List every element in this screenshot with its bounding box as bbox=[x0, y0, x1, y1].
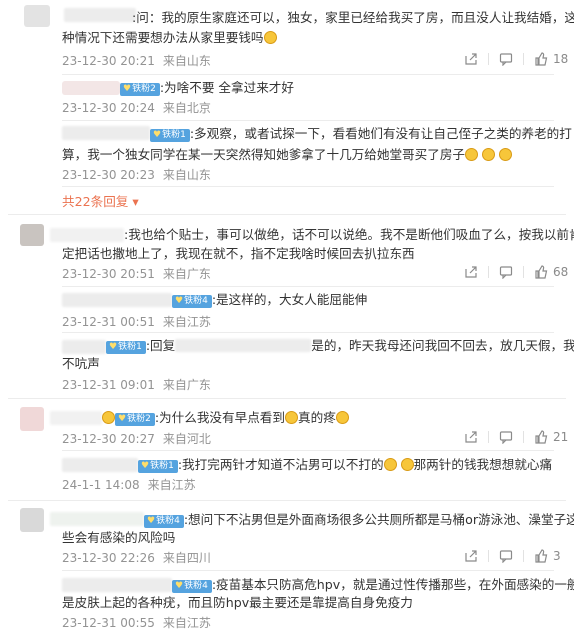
avatar[interactable] bbox=[62, 81, 120, 95]
fan-badge: ♥铁粉4 bbox=[172, 580, 212, 593]
comment-actions: 68 bbox=[464, 265, 568, 279]
fan-badge: ♥铁粉4 bbox=[172, 295, 212, 308]
fan-badge: ♥铁粉4 bbox=[144, 515, 184, 528]
reply-meta: 23-12-31 09:01 来自广东 bbox=[62, 378, 211, 392]
emoji-icon bbox=[383, 458, 397, 471]
emoji-icon bbox=[400, 458, 414, 471]
username-redacted[interactable] bbox=[62, 458, 138, 472]
username-redacted[interactable] bbox=[50, 228, 124, 242]
emoji-icon bbox=[102, 411, 115, 424]
share-icon[interactable] bbox=[464, 549, 478, 563]
reply-text-cont: 算，我一个独女同学在某一天突然得知她爹拿了十几万给她堂哥买了房子 bbox=[62, 145, 513, 165]
fan-badge: ♥铁粉2 bbox=[120, 83, 160, 96]
fan-badge: ♥铁粉1 bbox=[106, 341, 146, 354]
like-icon[interactable] bbox=[534, 549, 548, 563]
reply-list: ♥铁粉4:是这样的，大女人能屈能伸 23-12-31 00:51 来自江苏 ♥铁粉… bbox=[62, 286, 574, 396]
like-count: 21 bbox=[553, 430, 569, 444]
reply-text: ♥铁粉4:疫苗基本只防高危hpv，就是通过性传播那些，在外面感染的一般 bbox=[172, 575, 574, 595]
comment-text: :我也给个贴士，事可以做绝，话不可以说绝。我不是断他们吸血了么，按我以前肯 bbox=[124, 227, 574, 242]
reply-text: ♥铁粉1:多观察，或者试探一下，看看她们有没有让自己侄子之类的养老的打 bbox=[150, 124, 572, 144]
comment-text: :问：我的原生家庭还可以，独女，家里已经给我买了房，而且没人让我结婚，这 bbox=[132, 10, 574, 25]
avatar[interactable] bbox=[20, 508, 44, 532]
comment-meta: 23-12-30 20:21 来自山东 bbox=[62, 54, 211, 68]
reply-meta: 24-1-1 14:08 来自江苏 bbox=[62, 478, 196, 492]
reply-list: ♥铁粉2:为啥不要 全拿过来才好 23-12-30 20:24 来自北京 ♥铁粉1… bbox=[62, 74, 572, 214]
comment-meta: 23-12-30 20:27 来自河北 bbox=[62, 432, 211, 446]
emoji-icon bbox=[482, 148, 496, 161]
username-redacted[interactable] bbox=[62, 578, 172, 592]
like-count: 68 bbox=[553, 265, 569, 279]
reply-text-cont: 是皮肤上起的各种疣，而且防hpv最主要还是靠提高自身免疫力 bbox=[62, 595, 413, 610]
comment-text-cont: 些会有感染的风险吗 bbox=[62, 530, 176, 545]
reply-meta: 23-12-30 20:24 来自北京 bbox=[62, 101, 211, 115]
comment-actions: 3 bbox=[464, 549, 561, 563]
comment-icon[interactable] bbox=[499, 265, 513, 279]
comment-text-cont: 种情况下还需要想办法从家里要钱吗 bbox=[62, 28, 277, 48]
more-replies-link[interactable]: 共22条回复 ▾ bbox=[62, 191, 139, 210]
username-redacted[interactable] bbox=[62, 340, 106, 354]
emoji-icon bbox=[285, 411, 298, 424]
emoji-icon bbox=[465, 148, 478, 161]
like-icon[interactable] bbox=[534, 52, 548, 66]
reply-text: ♥铁粉1:我打完两针才知道不沾男可以不打的 那两针的钱我想想就心痛 bbox=[138, 455, 552, 475]
share-icon[interactable] bbox=[464, 430, 478, 444]
like-icon[interactable] bbox=[534, 265, 548, 279]
reply-meta: 23-12-30 20:23 来自山东 bbox=[62, 168, 211, 182]
comment-text-cont: 定把话也撒地上了，我现在就不，指不定我啥时候回去扒拉东西 bbox=[62, 246, 415, 261]
comment-meta: 23-12-30 20:51 来自广东 bbox=[62, 267, 211, 281]
reply-text: ♥铁粉4:是这样的，大女人能屈能伸 bbox=[172, 290, 367, 310]
comment-text: ♥铁粉2:为什么我没有早点看到 真的疼 bbox=[102, 408, 349, 428]
username-redacted[interactable] bbox=[62, 126, 150, 140]
emoji-icon bbox=[263, 31, 277, 44]
share-icon[interactable] bbox=[464, 52, 478, 66]
comment-actions: 18 bbox=[464, 52, 568, 66]
reply-list: ♥铁粉1:我打完两针才知道不沾男可以不打的 那两针的钱我想想就心痛 24-1-1… bbox=[62, 450, 554, 496]
username-redacted[interactable] bbox=[50, 512, 144, 526]
like-count: 3 bbox=[553, 549, 561, 563]
fan-badge: ♥铁粉1 bbox=[150, 129, 190, 142]
like-icon[interactable] bbox=[534, 430, 548, 444]
avatar[interactable] bbox=[20, 407, 44, 431]
fan-badge: ♥铁粉1 bbox=[138, 460, 178, 473]
comment-icon[interactable] bbox=[499, 430, 513, 444]
comment-actions: 21 bbox=[464, 430, 568, 444]
username-redacted[interactable] bbox=[50, 411, 102, 425]
reply-text-cont: 不吭声 bbox=[62, 356, 100, 371]
comment-icon[interactable] bbox=[499, 52, 513, 66]
comment-icon[interactable] bbox=[499, 549, 513, 563]
username-redacted[interactable] bbox=[64, 8, 136, 22]
reply-list: ♥铁粉4:疫苗基本只防高危hpv，就是通过性传播那些，在外面感染的一般 是皮肤上… bbox=[62, 570, 574, 632]
mention-redacted[interactable] bbox=[175, 339, 312, 352]
reply-meta: 23-12-31 00:51 来自江苏 bbox=[62, 315, 211, 329]
emoji-icon bbox=[499, 148, 513, 161]
fan-badge: ♥铁粉2 bbox=[115, 413, 155, 426]
comment-meta: 23-12-30 22:26 来自四川 bbox=[62, 551, 211, 565]
reply-meta: 23-12-31 00:55 来自江苏 bbox=[62, 616, 211, 630]
share-icon[interactable] bbox=[464, 265, 478, 279]
like-count: 18 bbox=[553, 52, 569, 66]
comment-text: ♥铁粉4:想问下不沾男但是外面商场很多公共厕所都是马桶or游泳池、澡堂子这 bbox=[144, 510, 574, 530]
emoji-icon bbox=[335, 411, 349, 424]
avatar[interactable] bbox=[24, 5, 50, 27]
reply-text: ♥铁粉1:回复 是的，昨天我母还问我回不回去，放几天假，我父 bbox=[106, 336, 574, 356]
avatar[interactable] bbox=[20, 224, 44, 246]
username-redacted[interactable] bbox=[62, 293, 172, 307]
reply-text: ♥铁粉2:为啥不要 全拿过来才好 bbox=[120, 78, 294, 98]
